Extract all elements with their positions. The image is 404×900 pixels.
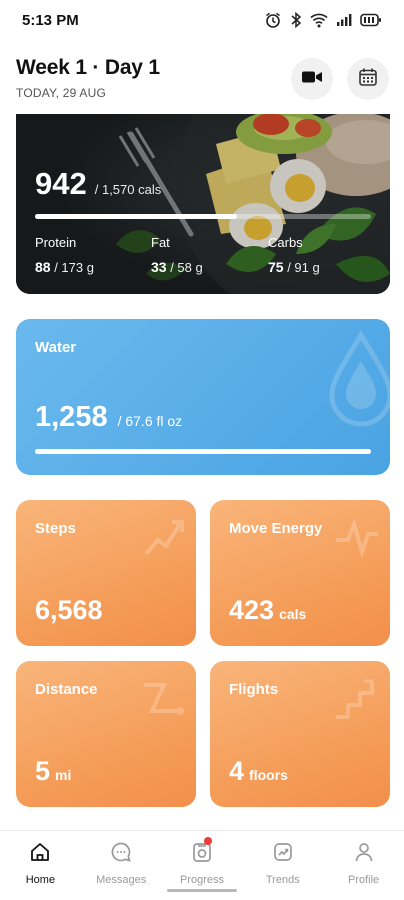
flights-tile[interactable]: Flights 4 floors (210, 661, 390, 807)
calories-card[interactable]: 942 / 1,570 cals Protein 88 / 173 g Fat … (16, 114, 390, 294)
macro-protein: Protein 88 / 173 g (35, 235, 94, 275)
nav-label: Home (25, 874, 56, 886)
nav-label: Trends (265, 874, 300, 886)
water-progress-fill (35, 449, 371, 454)
calories-row: 942 / 1,570 cals (35, 166, 161, 202)
macro-label: Fat (151, 235, 170, 250)
wifi-icon (310, 12, 328, 28)
macro-fat: Fat 33 / 58 g (151, 235, 203, 275)
macro-goal: / 173 g (54, 260, 94, 275)
header: Week 1 · Day 1 TODAY, 29 AUG (0, 48, 404, 114)
alarm-icon (264, 11, 282, 29)
tile-value: 4 (229, 756, 245, 786)
nav-messages[interactable]: Messages (81, 831, 162, 900)
nav-label: Progress (179, 874, 224, 886)
nav-home[interactable]: Home (0, 831, 81, 900)
steps-tile[interactable]: Steps 6,568 (16, 500, 196, 646)
macro-goal: / 58 g (170, 260, 203, 275)
tile-value: 6,568 (35, 595, 103, 625)
calendar-button[interactable] (347, 58, 389, 100)
calories-progress-bar (35, 214, 371, 219)
tile-value-row: 6,568 (35, 595, 108, 626)
nav-profile[interactable]: Profile (323, 831, 404, 900)
calories-goal: / 1,570 cals (94, 182, 162, 197)
status-bar: 5:13 PM (0, 0, 404, 40)
energy-icon (330, 510, 384, 569)
water-goal: / 67.6 fl oz (117, 413, 183, 429)
tile-value-row: 4 floors (229, 756, 288, 787)
tile-value-row: 423 cals (229, 595, 306, 626)
tile-value: 423 (229, 595, 275, 625)
profile-icon (353, 841, 375, 868)
distance-icon (136, 671, 190, 730)
home-indicator (167, 889, 237, 892)
macro-value: 88 (35, 259, 51, 275)
messages-icon (110, 841, 132, 868)
video-button[interactable] (291, 58, 333, 100)
stairs-icon (330, 671, 384, 730)
distance-tile[interactable]: Distance 5 mi (16, 661, 196, 807)
tile-unit: cals (279, 606, 307, 622)
macro-value: 33 (151, 259, 167, 275)
steps-icon (136, 510, 190, 569)
water-row: 1,258 / 67.6 fl oz (35, 401, 182, 434)
macro-label: Carbs (268, 235, 303, 250)
page-date: TODAY, 29 AUG (16, 86, 106, 100)
macro-carbs: Carbs 75 / 91 g (268, 235, 320, 275)
move-energy-tile[interactable]: Move Energy 423 cals (210, 500, 390, 646)
status-icons (264, 11, 382, 29)
tile-value: 5 (35, 756, 51, 786)
bluetooth-icon (290, 11, 302, 29)
tile-unit: mi (55, 767, 72, 783)
macro-label: Protein (35, 235, 77, 250)
progress-icon (191, 841, 213, 868)
status-time: 5:13 PM (22, 11, 79, 29)
home-icon (29, 841, 51, 868)
nav-label: Profile (347, 874, 380, 886)
trends-icon (272, 841, 294, 868)
battery-icon (360, 13, 382, 27)
water-progress-bar (35, 449, 371, 454)
macro-value: 75 (268, 259, 284, 275)
macro-goal: / 91 g (287, 260, 320, 275)
tile-unit: floors (249, 767, 288, 783)
tile-value-row: 5 mi (35, 756, 71, 787)
nav-trends[interactable]: Trends (242, 831, 323, 900)
water-label: Water (35, 339, 77, 356)
calories-progress-fill (35, 214, 237, 219)
water-card[interactable]: Water 1,258 / 67.6 fl oz (16, 319, 390, 475)
water-drop-icon (326, 329, 390, 436)
calories-value: 942 (35, 166, 87, 201)
calories-content: 942 / 1,570 cals Protein 88 / 173 g Fat … (16, 114, 390, 294)
nav-label: Messages (96, 874, 147, 886)
water-value: 1,258 (35, 401, 108, 433)
calendar-icon (358, 67, 378, 92)
signal-icon (336, 13, 352, 27)
video-camera-icon (301, 70, 323, 89)
